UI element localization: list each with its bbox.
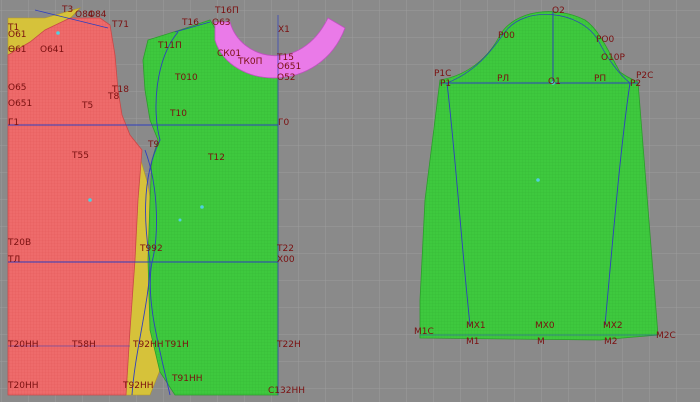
label-t12: Т12 [207,153,225,163]
label-m2c: М2С [656,331,676,341]
label-t5: Т5 [81,101,93,111]
label-po0: РО0 [596,35,615,45]
point-marker[interactable] [88,198,92,202]
label-o1: О1 [548,77,561,87]
label-o651: О651 [8,99,32,109]
point-marker[interactable] [178,218,182,222]
label-o651b: О651 [277,62,301,72]
label-g1: Г1 [8,118,19,128]
label-t3: T3 [61,5,73,15]
label-t16: Т16 [181,18,199,28]
label-o2: О2 [552,6,565,16]
point-marker[interactable] [200,205,204,209]
label-tkop: ТК0П [237,57,262,67]
label-t91hh: Т91НН [171,374,203,384]
label-p2c: Р2С [636,71,653,81]
label-t10: Т10 [169,109,187,119]
label-o641: О641 [40,45,64,55]
label-o61: О61 [8,30,27,40]
label-t20h: Т20НН [7,340,39,350]
label-t11p: Т11П [157,41,182,51]
label-o10p: О10Р [601,53,626,63]
label-p1c: Р1С [434,69,451,79]
label-o52: О52 [277,73,296,83]
pattern-canvas[interactable]: T1 T3 О84 О84 Т71 О61 Ө61 О641 О65 О651 … [0,0,700,402]
label-t22h: Т22Н [276,340,301,350]
label-m: М [537,337,545,347]
label-t92h: Т92НН [132,340,164,350]
label-t71: Т71 [111,20,129,30]
label-o65: О65 [8,83,27,93]
label-t92hh: Т92НН [122,381,154,391]
label-pl: РЛ [497,74,509,84]
label-t91h: Т91Н [164,340,189,350]
label-t20b: Т20В [7,238,31,248]
point-marker[interactable] [536,178,540,182]
label-t20hh: Т20НН [7,381,39,391]
label-t16p: Т16П [214,6,239,16]
label-x00: Х00 [277,255,295,265]
label-m1: М1 [466,337,480,347]
label-m1c: М1С [414,327,434,337]
label-o61b: Ө61 [8,45,27,55]
label-x1: Х1 [278,25,290,35]
label-t010: Т010 [174,73,198,83]
label-t58h: Т58Н [71,340,96,350]
label-o63: О63 [212,18,231,28]
label-g0: Г0 [278,118,289,128]
label-c32hh: С132НН [268,386,305,396]
label-mx1: МХ1 [466,321,486,331]
label-o84b: О84 [88,10,107,20]
label-p1: Р1 [440,79,451,89]
label-tl: ТЛ [7,255,20,265]
label-m2: М2 [604,337,618,347]
label-t9: Т9 [147,140,159,150]
label-mx2: МХ2 [603,321,623,331]
label-t8: Т8 [107,92,119,102]
label-p00: Р00 [498,31,515,41]
label-pp: РП [594,74,606,84]
label-t55: Т55 [71,151,89,161]
label-t92: Т992 [139,244,163,254]
label-t22: Т22 [276,244,294,254]
point-marker[interactable] [56,31,60,35]
label-mx0: МХ0 [535,321,555,331]
